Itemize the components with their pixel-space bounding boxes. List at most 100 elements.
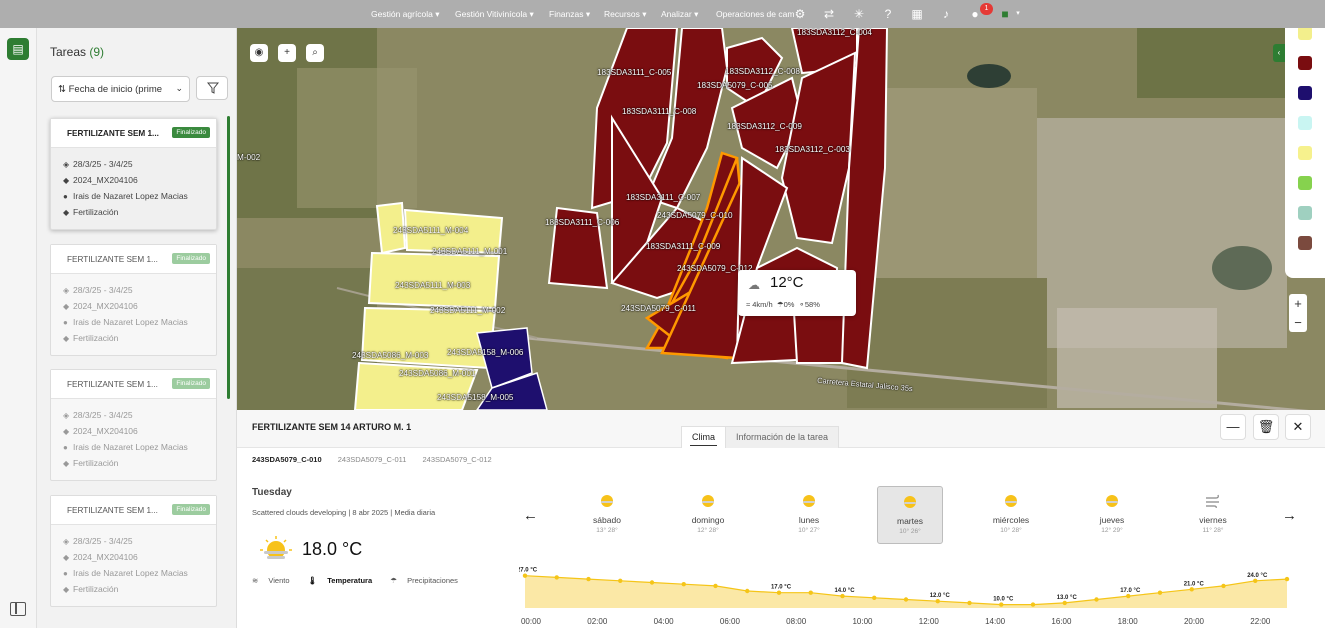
legend-swatch[interactable] xyxy=(1298,206,1312,220)
prev-arrow-icon[interactable]: ← xyxy=(523,507,538,524)
chevron-down-icon[interactable]: ▾ xyxy=(1010,6,1026,22)
temperature-point[interactable] xyxy=(1253,578,1258,583)
minimize-button[interactable]: — xyxy=(1220,414,1246,440)
temperature-point[interactable] xyxy=(967,600,972,606)
layers-button[interactable]: ◉ xyxy=(250,44,268,62)
plot-label[interactable]: 183SDA3111_C-008 xyxy=(622,107,696,116)
swap-icon[interactable]: ⇄ xyxy=(821,6,837,22)
tab-clima[interactable]: Clima xyxy=(681,426,727,448)
temperature-point[interactable] xyxy=(745,588,750,594)
plot-label[interactable]: 183SDA3112_C-009 xyxy=(727,122,802,131)
legend-swatch[interactable] xyxy=(1298,176,1312,190)
tab-informacion[interactable]: Información de la tarea xyxy=(725,426,840,448)
day-forecast-4[interactable]: miércoles 10° 28° xyxy=(978,486,1044,544)
gear-icon[interactable]: ⚙ xyxy=(792,6,808,22)
task-card[interactable]: FERTILIZANTE SEM 1... Finalizado ◈ 28/3/2… xyxy=(50,369,217,481)
temperature-point[interactable] xyxy=(1094,597,1099,602)
plot-label[interactable]: 183SDA3111_C-009 xyxy=(646,242,720,251)
plot-label[interactable]: M-002 xyxy=(237,153,260,162)
plot-label[interactable]: 243SDA5086_M-003 xyxy=(352,351,428,360)
legend-swatch[interactable] xyxy=(1298,56,1312,70)
day-forecast-5[interactable]: jueves 12° 29° xyxy=(1079,486,1145,544)
sort-select[interactable]: ⇅ Fecha de inicio (prime ⌄ xyxy=(51,76,190,102)
temperature-point[interactable] xyxy=(840,593,845,599)
zoom-out-button[interactable]: − xyxy=(1289,313,1307,332)
map-view[interactable]: ◉ + ⌕ 183SDA3112_C-004 183SDA3111_C-005 … xyxy=(237,28,1325,410)
delete-button[interactable]: 🗑 xyxy=(1253,414,1279,440)
temperature-point[interactable] xyxy=(935,599,940,604)
temperature-point[interactable] xyxy=(1030,602,1036,607)
temperature-point[interactable] xyxy=(586,576,591,582)
add-button[interactable]: + xyxy=(278,44,296,62)
metric-viento[interactable]: ≋ Viento xyxy=(252,576,298,585)
temperature-point[interactable] xyxy=(713,583,718,589)
plot-label[interactable]: 183SDA3112_C-004 xyxy=(797,28,872,37)
plot-label[interactable]: 243SDA5158_M-005 xyxy=(437,393,513,402)
plot-label[interactable]: 183SDA3112_C-003 xyxy=(775,145,850,154)
temperature-point[interactable] xyxy=(1189,587,1194,592)
temperature-point[interactable] xyxy=(1284,576,1290,582)
temperature-point[interactable] xyxy=(522,573,528,578)
metric-temperatura[interactable]: 🌡 Temperatura xyxy=(308,576,381,585)
plot-tab[interactable]: 243SDA5079_C-011 xyxy=(338,455,407,464)
task-card[interactable]: FERTILIZANTE SEM 1... Finalizado ◈ 28/3/2… xyxy=(50,495,217,607)
legend-swatch[interactable] xyxy=(1298,146,1312,160)
next-arrow-icon[interactable]: → xyxy=(1282,507,1297,524)
calendar-icon[interactable]: ▦ xyxy=(909,6,925,22)
network-icon[interactable]: ✳ xyxy=(851,6,867,22)
plot-label[interactable]: 183SDA3111_C-005 xyxy=(597,68,671,77)
day-forecast-3[interactable]: martes 10° 26° xyxy=(877,486,943,544)
task-card[interactable]: FERTILIZANTE SEM 1... Finalizado ◈ 28/3/2… xyxy=(50,244,217,356)
nav-gestion-agricola[interactable]: Gestión agrícola ▾ xyxy=(371,9,440,20)
task-card[interactable]: FERTILIZANTE SEM 1... Finalizado ◈ 28/3/2… xyxy=(50,118,217,230)
plot-label[interactable]: 243SDA5111_M-002 xyxy=(430,306,505,315)
temperature-point[interactable] xyxy=(1126,593,1131,599)
plot-label[interactable]: 183SDA5079_C-005 xyxy=(697,81,773,90)
plot-label[interactable]: 243SDA5111_M-004 xyxy=(393,226,468,235)
temperature-point[interactable] xyxy=(808,590,813,595)
temperature-point[interactable] xyxy=(776,590,782,595)
plot-label[interactable]: 243SDA5158_M-006 xyxy=(447,348,523,357)
nav-gestion-vitivinicola[interactable]: Gestión Vitivinícola ▾ xyxy=(455,9,534,20)
day-forecast-0[interactable]: sábado 13° 28° xyxy=(574,486,640,544)
legend-swatch[interactable] xyxy=(1298,236,1312,250)
clipboard-icon[interactable]: ▤ xyxy=(7,38,29,60)
plot-label[interactable]: 243SDA5079_C-011 xyxy=(621,304,696,313)
legend-swatch[interactable] xyxy=(1298,86,1312,100)
temperature-point[interactable] xyxy=(618,578,623,583)
temperature-point[interactable] xyxy=(1157,590,1163,595)
metric-precipitaciones[interactable]: ☂ Precipitaciones xyxy=(390,576,466,585)
temperature-point[interactable] xyxy=(999,602,1004,607)
nav-operaciones[interactable]: Operaciones de cam xyxy=(716,9,794,19)
help-icon[interactable]: ? xyxy=(880,6,896,22)
plot-label[interactable]: 183SDA3112_C-008 xyxy=(725,67,800,76)
plot-tab[interactable]: 243SDA5079_C-010 xyxy=(252,455,322,464)
zoom-in-button[interactable]: + xyxy=(1289,294,1307,313)
nav-recursos[interactable]: Recursos ▾ xyxy=(604,9,647,20)
day-forecast-2[interactable]: lunes 10° 27° xyxy=(776,486,842,544)
bell-icon[interactable]: ♪ xyxy=(938,6,954,22)
nav-analizar[interactable]: Analizar ▾ xyxy=(661,9,698,20)
temperature-point[interactable] xyxy=(649,580,655,585)
legend-swatch[interactable] xyxy=(1298,116,1312,130)
close-button[interactable]: ✕ xyxy=(1285,414,1311,440)
temperature-point[interactable] xyxy=(1221,583,1226,589)
temperature-point[interactable] xyxy=(1062,600,1067,606)
scrollbar[interactable] xyxy=(227,116,230,399)
plot-label[interactable]: 243SDA5111_M-003 xyxy=(395,281,470,290)
plot-label[interactable]: 243SDA5111_M-001 xyxy=(432,247,507,256)
panel-toggle-icon[interactable] xyxy=(10,602,26,616)
plot-label[interactable]: 243SDA5079_C-010 xyxy=(657,211,733,220)
legend-swatch[interactable] xyxy=(1298,28,1312,40)
legend-collapse-button[interactable]: ‹ xyxy=(1273,44,1285,62)
temperature-point[interactable] xyxy=(554,575,559,580)
filter-button[interactable] xyxy=(196,76,228,100)
temperature-point[interactable] xyxy=(681,582,686,587)
day-forecast-1[interactable]: domingo 12° 28° xyxy=(675,486,741,544)
plot-label[interactable]: 183SDA3111_C-006 xyxy=(545,218,619,227)
plot-label[interactable]: 243SDA5086_M-001 xyxy=(399,369,475,378)
temperature-point[interactable] xyxy=(872,595,877,600)
temperature-point[interactable] xyxy=(903,597,909,602)
plot-tab[interactable]: 243SDA5079_C-012 xyxy=(423,455,492,464)
nav-finanzas[interactable]: Finanzas ▾ xyxy=(549,9,590,20)
